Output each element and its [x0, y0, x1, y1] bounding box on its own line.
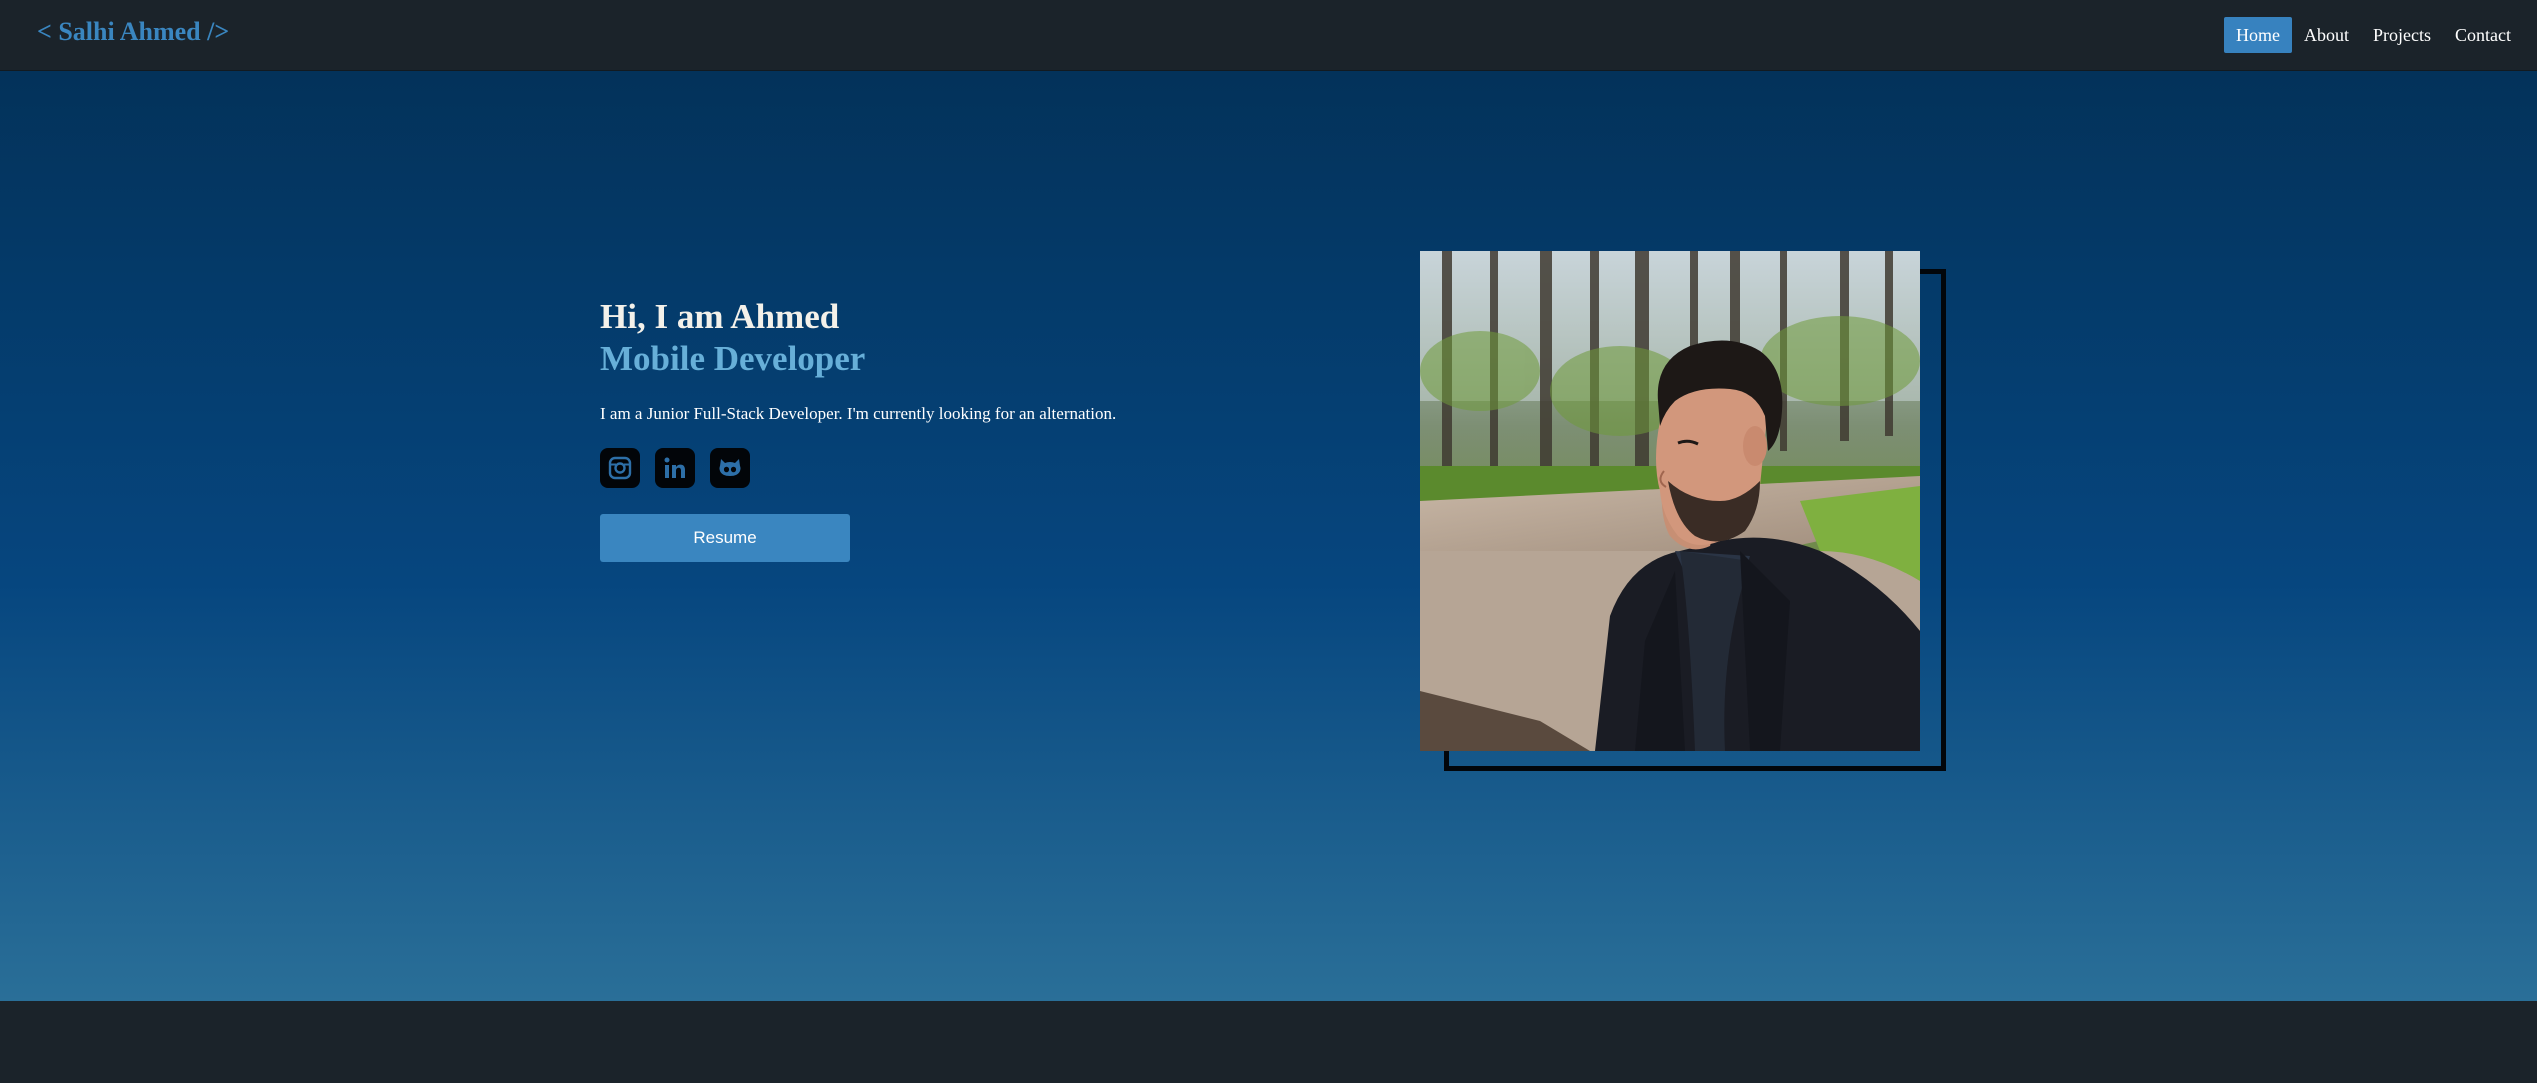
nav-links: Home About Projects Contact — [2224, 17, 2523, 53]
github-link[interactable] — [710, 448, 750, 488]
nav-link-projects[interactable]: Projects — [2361, 17, 2443, 53]
linkedin-link[interactable] — [655, 448, 695, 488]
hero-intro: Hi, I am Ahmed Mobile Developer I am a J… — [600, 296, 1300, 562]
footer — [0, 1001, 2537, 1083]
resume-button[interactable]: Resume — [600, 514, 850, 562]
navbar: < Salhi Ahmed /> Home About Projects Con… — [0, 0, 2537, 71]
hero-role: Mobile Developer — [600, 339, 866, 378]
instagram-icon — [608, 456, 632, 480]
hero-description: I am a Junior Full-Stack Developer. I'm … — [600, 404, 1117, 423]
hero-greeting: Hi, I am Ahmed — [600, 297, 840, 336]
brand-logo[interactable]: < Salhi Ahmed /> — [37, 17, 229, 47]
nav-link-home[interactable]: Home — [2224, 17, 2292, 53]
github-icon — [719, 459, 741, 476]
nav-link-contact[interactable]: Contact — [2443, 17, 2523, 53]
social-links — [600, 448, 1300, 488]
instagram-link[interactable] — [600, 448, 640, 488]
profile-photo — [1420, 251, 1920, 751]
linkedin-icon — [664, 457, 685, 478]
nav-link-about[interactable]: About — [2292, 17, 2361, 53]
